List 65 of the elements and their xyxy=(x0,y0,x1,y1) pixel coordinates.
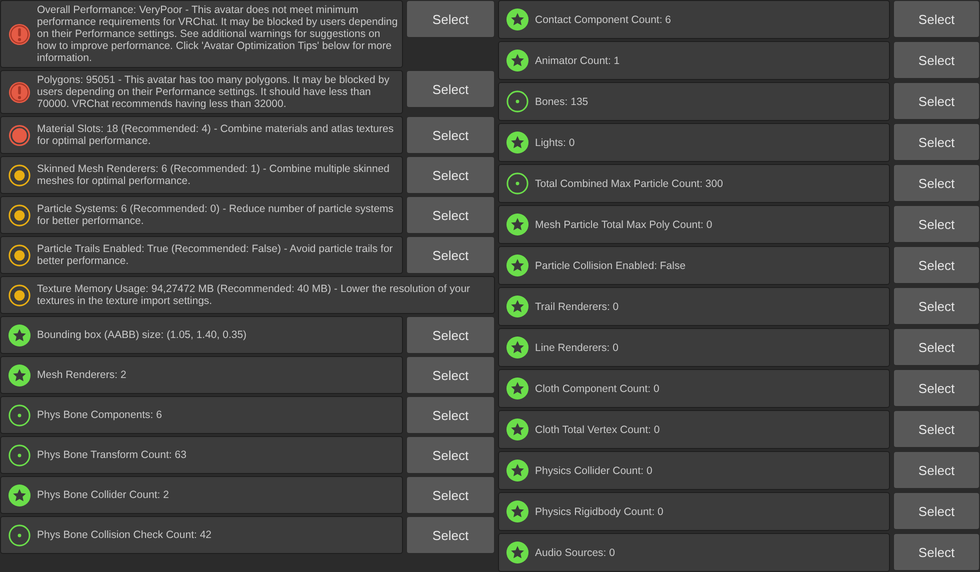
performance-message: Particle Systems: 6 (Recommended: 0) - Reduce number of particle systems for better performance. xyxy=(37,203,395,227)
performance-message: Mesh Renderers: 2 xyxy=(37,369,126,381)
select-button[interactable]: Select xyxy=(893,451,980,489)
performance-message: Animator Count: 1 xyxy=(535,54,620,66)
performance-message: Physics Rigidbody Count: 0 xyxy=(535,506,664,518)
status-icon xyxy=(8,124,31,146)
select-button[interactable]: Select xyxy=(893,410,980,448)
performance-message: Phys Bone Collider Count: 2 xyxy=(37,489,169,501)
select-button[interactable]: Select xyxy=(406,0,495,38)
performance-message: Bounding box (AABB) size: (1.05, 1.40, 0.35) xyxy=(37,329,247,341)
performance-message: Skinned Mesh Renderers: 6 (Recommended: 1) - Combine multiple skinned meshes for optimal performance. xyxy=(37,163,390,187)
select-button[interactable]: Select xyxy=(406,70,495,108)
performance-message: Phys Bone Collision Check Count: 42 xyxy=(37,529,212,541)
select-button[interactable]: Select xyxy=(406,156,495,194)
status-icon xyxy=(506,90,529,113)
select-button[interactable]: Select xyxy=(406,356,495,394)
status-icon xyxy=(8,404,31,426)
select-button[interactable]: Select xyxy=(893,533,980,571)
performance-message: Particle Collision Enabled: False xyxy=(535,260,686,272)
error-icon xyxy=(8,22,31,46)
performance-message: Line Renderers: 0 xyxy=(535,342,618,354)
select-button[interactable]: Select xyxy=(893,492,980,530)
select-button[interactable]: Select xyxy=(406,516,495,554)
performance-message: Physics Collider Count: 0 xyxy=(535,464,652,476)
performance-message: Lights: 0 xyxy=(535,136,575,148)
select-button[interactable]: Select xyxy=(893,369,980,407)
select-button[interactable]: Select xyxy=(893,0,980,38)
status-icon xyxy=(8,444,31,466)
performance-message: Total Combined Max Particle Count: 300 xyxy=(535,178,723,190)
select-button[interactable]: Select xyxy=(406,196,495,234)
select-button[interactable]: Select xyxy=(406,316,495,354)
performance-message: Phys Bone Transform Count: 63 xyxy=(37,449,186,461)
select-button[interactable]: Select xyxy=(893,41,980,79)
performance-message: Trail Renderers: 0 xyxy=(535,300,619,312)
status-icon xyxy=(506,172,529,195)
performance-message: Cloth Component Count: 0 xyxy=(535,382,660,394)
select-button[interactable]: Select xyxy=(406,236,495,274)
select-button[interactable]: Select xyxy=(893,246,980,284)
select-button[interactable]: Select xyxy=(406,436,495,474)
performance-message: Contact Component Count: 6 xyxy=(535,14,671,26)
error-icon xyxy=(8,80,31,104)
status-icon xyxy=(8,204,31,226)
status-icon xyxy=(8,284,31,306)
status-icon xyxy=(8,164,31,186)
select-button[interactable]: Select xyxy=(893,287,980,325)
status-icon xyxy=(8,244,31,266)
performance-message: Audio Sources: 0 xyxy=(535,546,615,558)
performance-message: Texture Memory Usage: 94,27472 MB (Recommended: 40 MB) - Lower the resolution of your textures in the texture import settings. xyxy=(37,283,472,307)
select-button[interactable]: Select xyxy=(893,123,980,161)
select-button[interactable]: Select xyxy=(893,328,980,366)
performance-message: Mesh Particle Total Max Poly Count: 0 xyxy=(535,218,712,230)
select-button[interactable]: Select xyxy=(893,164,980,202)
select-button[interactable]: Select xyxy=(406,116,495,154)
performance-message: Cloth Total Vertex Count: 0 xyxy=(535,424,660,436)
select-button[interactable]: Select xyxy=(893,82,980,120)
status-icon xyxy=(8,524,31,546)
performance-message: Overall Performance: VeryPoor - This avatar does not meet minimum performance requirements for VRChat. It may be blocked by users depending on their Performance settings. See additional warnings for suggestions on how to improve performance. Click 'Avatar Optimization Tips' below for more information. xyxy=(37,4,398,64)
select-button[interactable]: Select xyxy=(406,396,495,434)
performance-message: Phys Bone Components: 6 xyxy=(37,409,162,421)
select-button[interactable]: Select xyxy=(406,476,495,514)
performance-message: Particle Trails Enabled: True (Recommended: False) - Avoid particle trails for better performance. xyxy=(37,243,394,267)
performance-message: Polygons: 95051 - This avatar has too many polygons. It may be blocked by users depending on their Performance settings. It should have less than 70000. VRChat recommends having less than 32000. xyxy=(37,74,390,110)
performance-message: Bones: 135 xyxy=(535,96,588,108)
performance-message: Material Slots: 18 (Recommended: 4) - Combine materials and atlas textures for optimal performance. xyxy=(37,123,395,147)
select-button[interactable]: Select xyxy=(893,205,980,243)
